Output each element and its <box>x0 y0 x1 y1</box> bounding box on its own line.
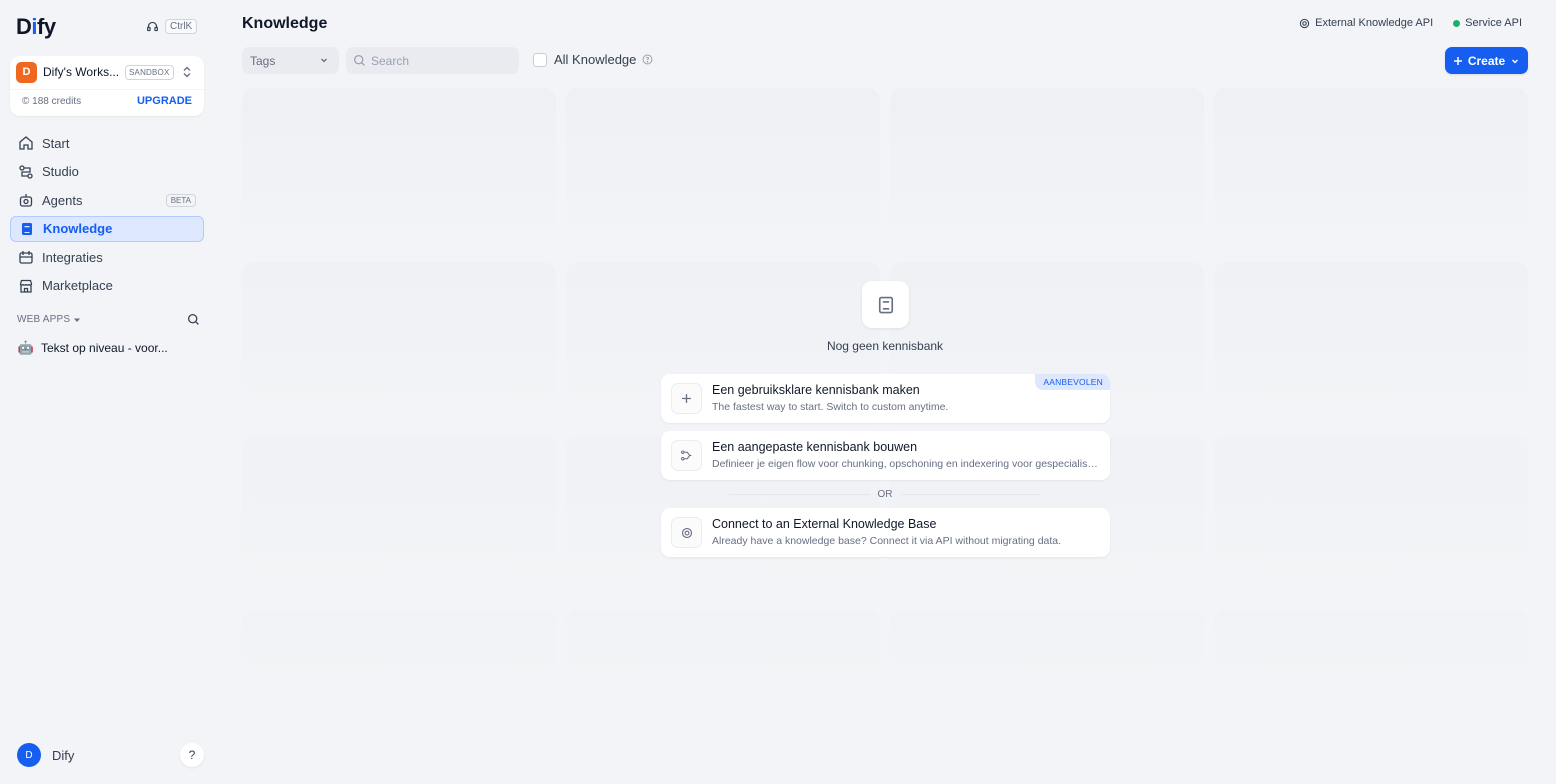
nav-studio[interactable]: Studio <box>10 159 204 185</box>
search-input[interactable]: Search <box>346 47 519 74</box>
headset-icon <box>147 21 158 32</box>
home-icon <box>19 136 33 150</box>
option-description: Already have a knowledge base? Connect i… <box>712 535 1062 547</box>
skeleton-card <box>242 436 556 600</box>
all-knowledge-checkbox[interactable] <box>533 52 547 67</box>
skeleton-card <box>566 88 880 252</box>
option-title: Connect to an External Knowledge Base <box>712 517 937 531</box>
option-description: Definieer je eigen flow voor chunking, o… <box>712 458 1102 470</box>
tags-filter[interactable]: Tags <box>242 47 339 74</box>
beta-badge: BETA <box>165 193 196 207</box>
create-ready-knowledge-option[interactable]: Een gebruiksklare kennisbank maken The f… <box>661 374 1110 423</box>
chevron-down-icon <box>321 58 327 63</box>
workspace-avatar: D <box>16 61 37 83</box>
nav-agents[interactable]: Agents BETA <box>10 187 204 213</box>
caret-down-icon <box>74 318 81 322</box>
page-title: Knowledge <box>242 15 328 32</box>
skeleton-card <box>1214 436 1528 600</box>
help-button[interactable]: ? <box>180 743 204 767</box>
agent-icon <box>19 194 33 207</box>
book-icon <box>878 296 893 313</box>
workspace-card[interactable]: D Dify's Works... SANDBOX © 188 credits … <box>10 56 204 116</box>
skeleton-card <box>1214 262 1528 426</box>
skeleton-card <box>566 610 880 700</box>
skeleton-card <box>242 610 556 700</box>
workspace-switcher[interactable]: D Dify's Works... SANDBOX <box>16 61 198 83</box>
plan-badge: SANDBOX <box>125 64 174 80</box>
empty-state-book-icon <box>862 281 909 328</box>
avatar: D <box>17 743 41 767</box>
shortcut-key: CtrlK <box>165 19 198 34</box>
skeleton-card <box>242 88 556 252</box>
credits: © 188 credits <box>22 96 82 107</box>
info-icon[interactable] <box>642 54 653 65</box>
divider <box>10 89 204 90</box>
nav-integraties[interactable]: Integraties <box>10 244 204 270</box>
dify-logo[interactable]: Dify <box>16 14 56 40</box>
pipeline-icon <box>671 440 702 471</box>
plus-icon <box>671 383 702 414</box>
workspace-name: Dify's Works... <box>43 65 119 79</box>
option-description: The fastest way to start. Switch to cust… <box>712 401 949 413</box>
empty-state-message: Nog geen kennisbank <box>826 339 944 353</box>
main-nav: Start Studio Agents BETA Knowledge Integ… <box>10 130 204 301</box>
robot-icon: 🤖 <box>17 340 35 355</box>
nav-marketplace[interactable]: Marketplace <box>10 273 204 299</box>
service-api-link[interactable]: Service API <box>1453 17 1522 29</box>
book-icon <box>22 222 32 235</box>
search-icon <box>353 54 365 66</box>
command-shortcut[interactable]: CtrlK <box>146 19 198 34</box>
store-icon <box>19 279 33 293</box>
header-links: External Knowledge API Service API <box>1299 17 1522 29</box>
or-divider: OR <box>729 488 1041 500</box>
create-button[interactable]: Create <box>1445 47 1528 74</box>
status-dot-icon <box>1453 19 1461 27</box>
studio-icon <box>19 164 33 179</box>
web-apps-header[interactable]: WEB APPS <box>17 313 200 326</box>
build-custom-knowledge-option[interactable]: Een aangepaste kennisbank bouwen Definie… <box>661 431 1110 480</box>
skeleton-card <box>1214 88 1528 252</box>
nav-knowledge[interactable]: Knowledge <box>10 215 204 242</box>
connect-external-knowledge-option[interactable]: Connect to an External Knowledge Base Al… <box>661 508 1110 557</box>
all-knowledge-toggle[interactable]: All Knowledge <box>533 52 653 67</box>
plus-icon <box>1453 56 1462 65</box>
integrations-icon <box>19 251 33 264</box>
user-name: Dify <box>52 747 75 763</box>
sidebar: Dify CtrlK D Dify's Works... SANDBOX © 1… <box>0 0 214 784</box>
external-knowledge-api-link[interactable]: External Knowledge API <box>1299 17 1433 29</box>
external-api-icon <box>671 517 702 548</box>
skeleton-card <box>242 262 556 426</box>
web-app-item[interactable]: 🤖 Tekst op niveau - voor... <box>17 339 168 357</box>
option-title: Een gebruiksklare kennisbank maken <box>712 383 920 397</box>
nav-start[interactable]: Start <box>10 130 204 156</box>
skeleton-card <box>1214 610 1528 700</box>
coin-icon: © <box>22 96 30 107</box>
chevron-down-icon <box>1512 59 1519 63</box>
user-menu[interactable]: D Dify ? <box>17 743 204 767</box>
api-connection-icon <box>1299 18 1310 28</box>
skeleton-card <box>890 88 1204 252</box>
option-title: Een aangepaste kennisbank bouwen <box>712 440 918 454</box>
upgrade-button[interactable]: UPGRADE <box>137 95 192 107</box>
skeleton-card <box>890 610 1204 700</box>
recommended-badge: AANBEVOLEN <box>1035 374 1110 390</box>
chevron-up-down-icon <box>183 66 191 78</box>
search-icon[interactable] <box>187 313 200 326</box>
